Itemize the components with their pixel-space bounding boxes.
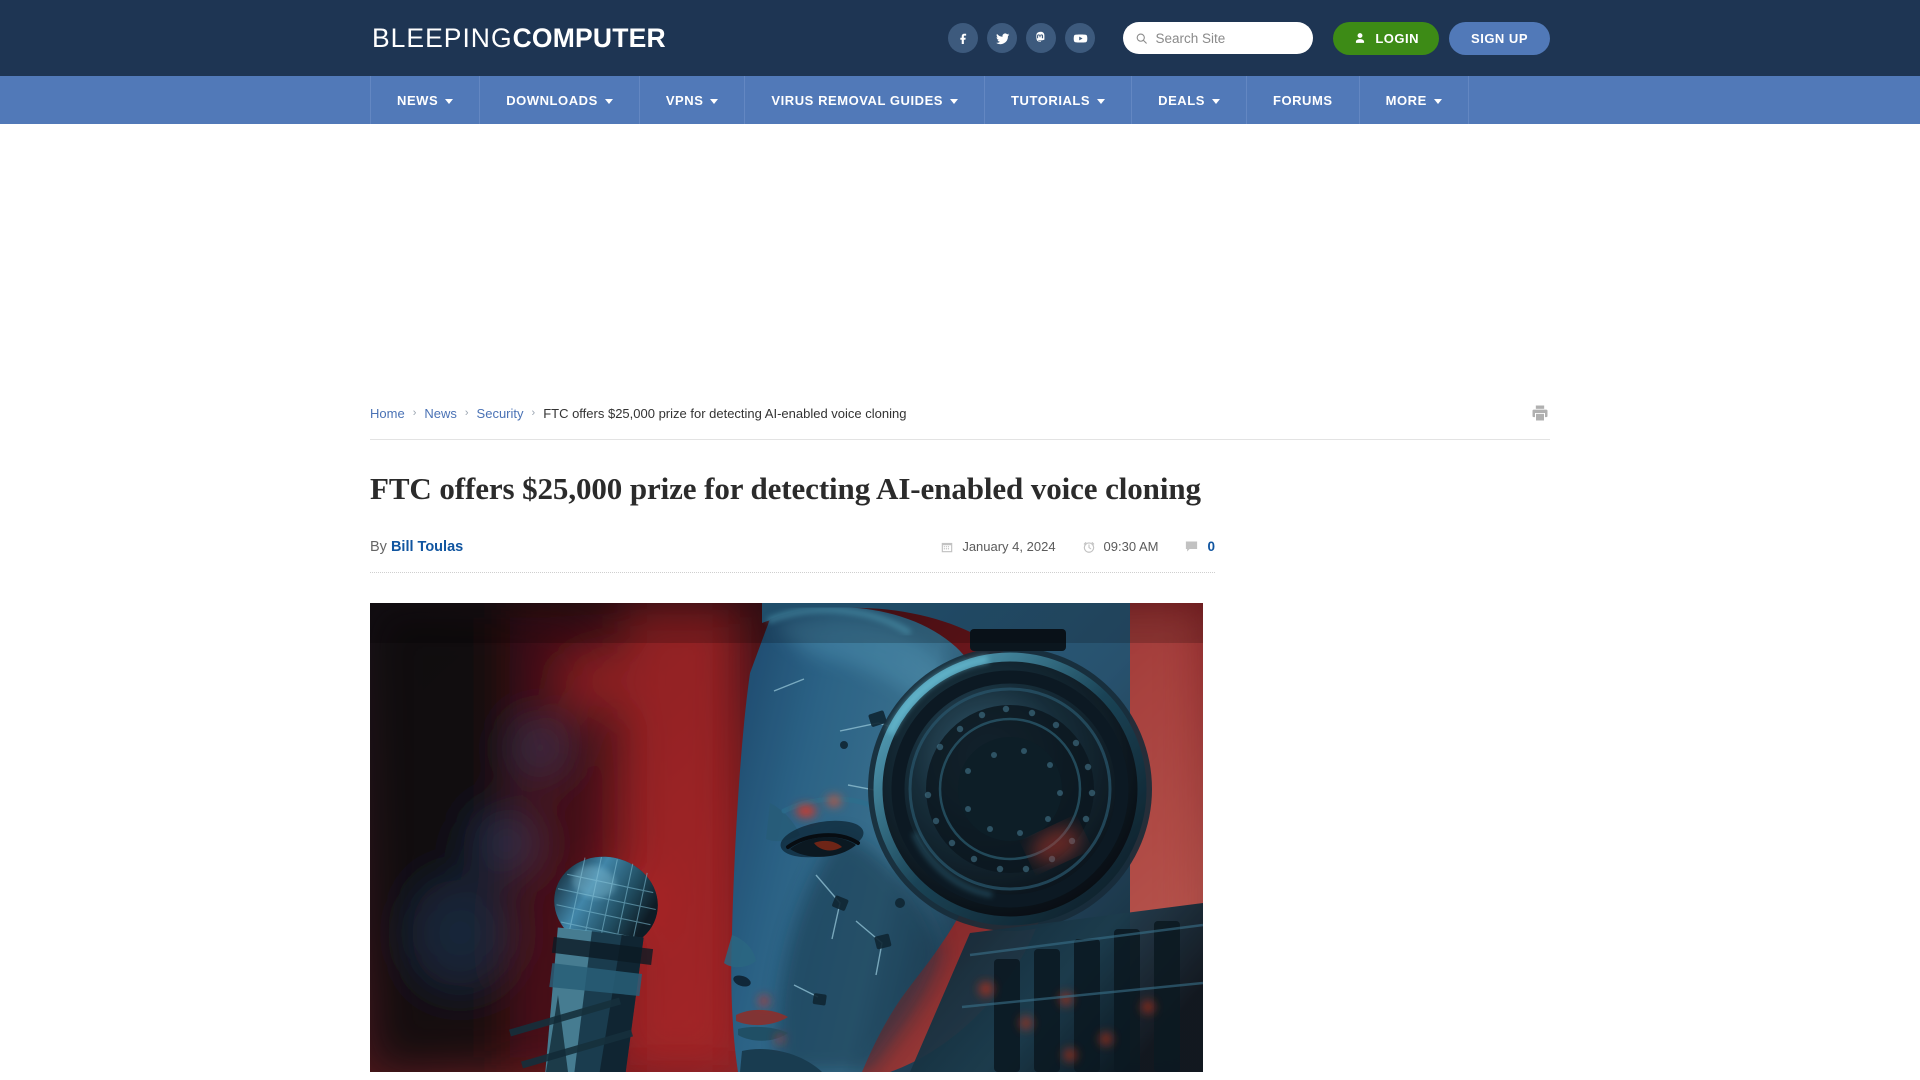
search-icon [1137, 33, 1148, 44]
publish-date-text: January 4, 2024 [962, 539, 1056, 555]
facebook-icon[interactable] [948, 23, 979, 53]
advertisement-slot [0, 124, 1920, 394]
chevron-down-icon [604, 98, 613, 104]
calendar-icon [942, 542, 953, 552]
nav-container: NEWS DOWNLOADS VPNS VIRUS REMOVAL GUIDES… [370, 76, 1550, 124]
comment-count-group[interactable]: 0 [1184, 539, 1215, 554]
youtube-icon[interactable] [1065, 23, 1096, 53]
chevron-down-icon [950, 98, 959, 104]
header-right-group: LOGIN SIGN UP [948, 21, 1550, 55]
search-box[interactable] [1123, 22, 1314, 54]
byline-prefix: By [370, 538, 387, 555]
nav-label: DEALS [1158, 92, 1205, 108]
page-title: FTC offers $25,000 prize for detecting A… [370, 471, 1201, 506]
chevron-down-icon [710, 98, 719, 104]
nav-item-vpns[interactable]: VPNS [640, 76, 746, 124]
site-logo[interactable]: BLEEPINGCOMPUTER [372, 23, 666, 54]
comment-count: 0 [1207, 539, 1215, 555]
breadcrumb-separator-icon: › [531, 407, 536, 419]
publish-time: 09:30 AM [1082, 539, 1159, 555]
chevron-down-icon [1211, 98, 1220, 104]
author-link[interactable]: Bill Toulas [391, 539, 463, 555]
logo-text-bold: COMPUTER [512, 22, 666, 53]
breadcrumb-item-security[interactable]: Security [477, 406, 524, 421]
header-container: BLEEPINGCOMPUTER Search Site LOGIN SIGN … [370, 0, 1550, 76]
site-header: BLEEPINGCOMPUTER Search Site LOGIN SIGN … [0, 0, 1920, 76]
breadcrumb-separator-icon: › [464, 407, 469, 419]
nav-item-more[interactable]: MORE [1360, 76, 1469, 124]
chevron-down-icon [445, 98, 454, 104]
printer-icon [1532, 405, 1548, 421]
nav-label: NEWS [397, 92, 439, 108]
nav-item-deals[interactable]: DEALS [1132, 76, 1247, 124]
byline: By Bill Toulas [370, 539, 463, 555]
breadcrumb: Home › News › Security › FTC offers $25,… [370, 406, 906, 421]
nav-item-virus-removal-guides[interactable]: VIRUS REMOVAL GUIDES [745, 76, 986, 124]
publish-time-text: 09:30 AM [1103, 539, 1159, 555]
nav-item-news[interactable]: NEWS [370, 76, 481, 124]
mastodon-icon[interactable] [1026, 23, 1057, 53]
signup-label: SIGN UP [1471, 30, 1528, 46]
chevron-down-icon [1097, 98, 1106, 104]
login-button[interactable]: LOGIN [1333, 21, 1440, 55]
publish-date: January 4, 2024 [940, 539, 1056, 555]
article-hero-image [370, 602, 1203, 1072]
chevron-down-icon [1433, 98, 1442, 104]
nav-label: DOWNLOADS [506, 92, 598, 108]
nav-item-forums[interactable]: FORUMS [1247, 76, 1360, 124]
main-navigation: NEWS DOWNLOADS VPNS VIRUS REMOVAL GUIDES… [0, 76, 1920, 124]
nav-label: FORUMS [1272, 92, 1333, 108]
article-column: FTC offers $25,000 prize for detecting A… [370, 440, 1215, 1072]
hero-illustration [370, 602, 1203, 1072]
article-meta-group: January 4, 2024 09:30 AM 0 [940, 539, 1215, 554]
social-links [948, 23, 1096, 53]
clock-icon [1083, 541, 1094, 553]
nav-label: MORE [1385, 92, 1427, 108]
signup-button[interactable]: SIGN UP [1449, 21, 1550, 55]
breadcrumb-separator-icon: › [412, 407, 417, 419]
breadcrumb-item-news[interactable]: News [424, 406, 457, 421]
print-button[interactable] [1530, 403, 1550, 423]
breadcrumb-item-home[interactable]: Home [370, 406, 405, 421]
nav-label: TUTORIALS [1011, 92, 1091, 108]
breadcrumb-item-current: FTC offers $25,000 prize for detecting A… [543, 405, 907, 421]
nav-label: VPNS [665, 92, 704, 108]
nav-label: VIRUS REMOVAL GUIDES [771, 92, 944, 108]
nav-item-tutorials[interactable]: TUTORIALS [985, 76, 1133, 124]
comment-icon [1186, 541, 1198, 552]
article-meta-row: By Bill Toulas January 4, 2024 09:30 AM … [370, 539, 1215, 573]
logo-text-light: BLEEPING [372, 22, 513, 53]
search-input[interactable] [1155, 30, 1302, 46]
twitter-icon[interactable] [987, 23, 1018, 53]
breadcrumb-row: Home › News › Security › FTC offers $25,… [370, 394, 1550, 440]
main-content: Home › News › Security › FTC offers $25,… [370, 394, 1550, 1072]
login-label: LOGIN [1375, 30, 1420, 46]
nav-item-downloads[interactable]: DOWNLOADS [480, 76, 640, 124]
user-icon [1356, 33, 1365, 43]
